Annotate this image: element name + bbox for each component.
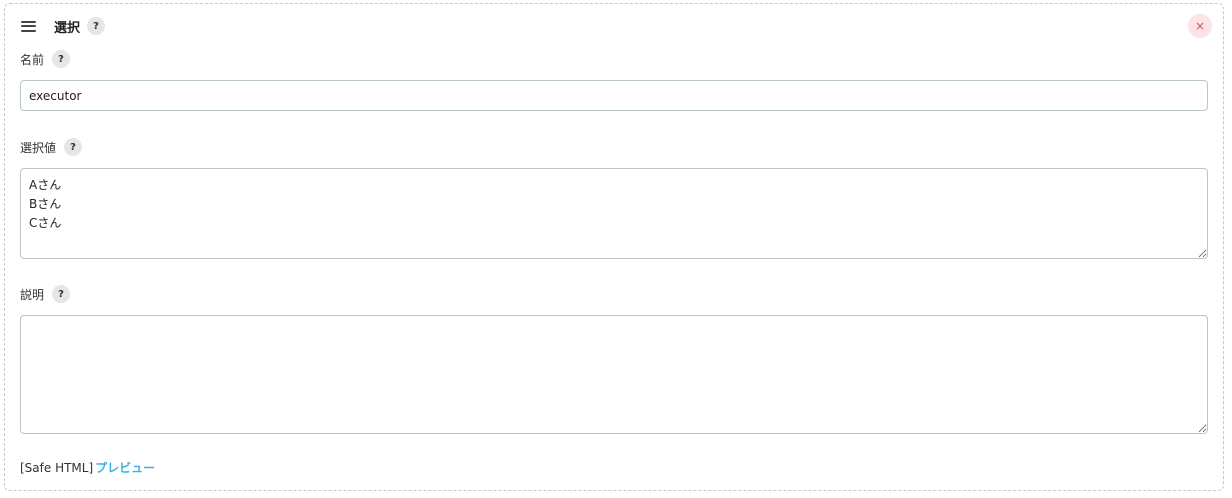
- name-label: 名前: [20, 52, 45, 67]
- drag-handle-icon[interactable]: [21, 20, 36, 32]
- safe-html-note: [Safe HTML]: [20, 461, 94, 475]
- footer: [Safe HTML] プレビュー: [20, 459, 155, 476]
- close-button[interactable]: ×: [1188, 14, 1212, 38]
- choices-label: 選択値: [20, 140, 57, 155]
- description-label-row: 説明 ?: [20, 285, 71, 303]
- description-label: 説明: [20, 287, 45, 302]
- name-input[interactable]: [20, 80, 1208, 111]
- choices-label-row: 選択値 ?: [20, 138, 83, 156]
- choices-help-icon[interactable]: ?: [64, 138, 83, 156]
- name-label-row: 名前 ?: [20, 50, 71, 68]
- description-help-icon[interactable]: ?: [52, 285, 71, 303]
- panel-title: 選択: [54, 20, 81, 36]
- choices-textarea[interactable]: Aさん Bさん Cさん: [20, 168, 1208, 259]
- panel-header: 選択 ?: [21, 16, 106, 36]
- name-help-icon[interactable]: ?: [52, 50, 71, 68]
- select-field-panel: 選択 ? × 名前 ? 選択値 ? Aさん Bさん Cさん 説明 ? [Safe…: [4, 3, 1224, 491]
- title-help-icon[interactable]: ?: [87, 17, 106, 35]
- description-textarea[interactable]: [20, 315, 1208, 434]
- preview-link[interactable]: プレビュー: [95, 461, 155, 475]
